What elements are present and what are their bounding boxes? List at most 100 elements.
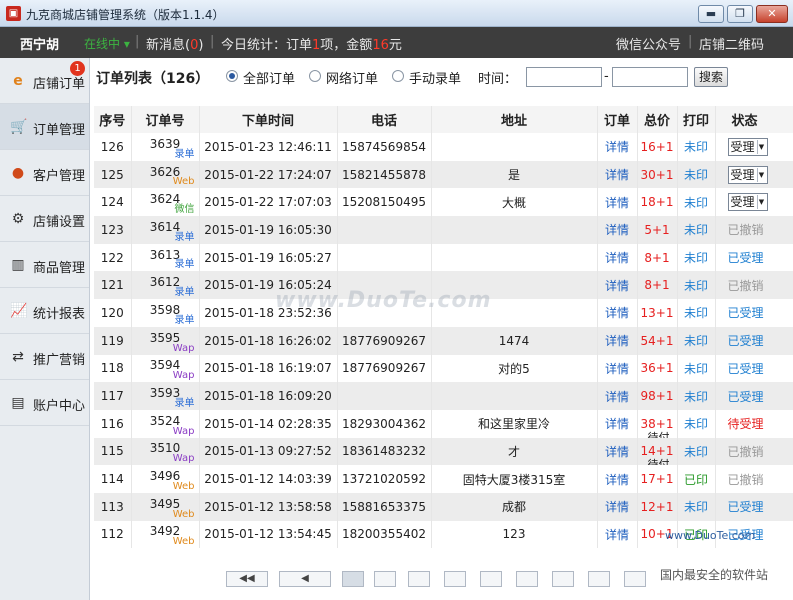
page-number-button[interactable] bbox=[374, 571, 396, 587]
maximize-button[interactable]: ❐ bbox=[727, 5, 753, 23]
print-status[interactable]: 未印 bbox=[684, 279, 708, 293]
cell-order-no: 3594 Wap bbox=[131, 354, 200, 383]
cell-total: 13+1 bbox=[637, 299, 678, 327]
page-number-button[interactable] bbox=[408, 571, 430, 587]
cell-phone: 15874569854 bbox=[337, 133, 432, 161]
cell-status: 受理 ▼ bbox=[715, 160, 793, 189]
print-status[interactable]: 未印 bbox=[684, 306, 708, 320]
sidebar-item-order-management[interactable]: 🛒 订单管理 bbox=[0, 104, 89, 150]
detail-link[interactable]: 详情 bbox=[605, 390, 629, 404]
sidebar-item-label: 订单管理 bbox=[33, 123, 86, 138]
filter-manual-label[interactable]: 手动录单 bbox=[409, 68, 461, 87]
cart-icon: 🛒 bbox=[10, 119, 28, 135]
print-status[interactable]: 未印 bbox=[684, 334, 708, 348]
print-status[interactable]: 未印 bbox=[684, 445, 708, 459]
detail-link[interactable]: 详情 bbox=[605, 334, 629, 348]
page-number-button[interactable] bbox=[444, 571, 466, 587]
cell-total: 8+1 bbox=[637, 243, 678, 272]
table-row: 116 3524 Wap 2015-01-14 02:28:35 18293004362… bbox=[94, 409, 793, 438]
filter-all-radio[interactable] bbox=[226, 70, 238, 82]
cell-address bbox=[431, 243, 598, 272]
detail-link[interactable]: 详情 bbox=[605, 223, 629, 237]
print-status[interactable]: 未印 bbox=[684, 168, 708, 182]
detail-link[interactable]: 详情 bbox=[605, 362, 629, 376]
news-link[interactable]: 新消息(0) bbox=[146, 34, 203, 53]
detail-link[interactable]: 详情 bbox=[605, 306, 629, 320]
sidebar-item-customers[interactable]: ● 客户管理 bbox=[0, 150, 89, 196]
pending-payment-note: 待付 bbox=[647, 430, 670, 438]
sidebar-item-marketing[interactable]: ⇄ 推广营销 bbox=[0, 334, 89, 380]
detail-link[interactable]: 详情 bbox=[605, 168, 629, 182]
print-status[interactable]: 未印 bbox=[684, 362, 708, 376]
search-button[interactable]: 搜索 bbox=[694, 67, 728, 87]
news-label: 新消息 bbox=[146, 38, 186, 53]
filter-all-label[interactable]: 全部订单 bbox=[243, 68, 295, 87]
detail-link[interactable]: 详情 bbox=[605, 251, 629, 265]
print-status[interactable]: 未印 bbox=[684, 196, 708, 210]
close-button[interactable]: ✕ bbox=[756, 5, 788, 23]
cell-seq: 114 bbox=[94, 465, 132, 493]
cell-phone: 15881653375 bbox=[337, 492, 432, 521]
print-status[interactable]: 未印 bbox=[684, 140, 708, 154]
status-dropdown[interactable]: 受理 ▼ bbox=[727, 193, 768, 212]
status-dropdown[interactable]: 受理 ▼ bbox=[727, 165, 768, 184]
minimize-button[interactable]: ▬ bbox=[698, 5, 724, 23]
detail-link[interactable]: 详情 bbox=[605, 473, 629, 487]
cell-order-time: 2015-01-23 12:46:11 bbox=[199, 133, 338, 161]
detail-link[interactable]: 详情 bbox=[605, 445, 629, 459]
table-row: 115 3510 Wap 2015-01-13 09:27:52 18361483232… bbox=[94, 437, 793, 466]
order-source-tag: 录单 bbox=[174, 397, 195, 409]
cell-status: 已撤销 bbox=[715, 216, 793, 244]
wechat-link[interactable]: 微信公众号 bbox=[616, 34, 681, 53]
page-number-button[interactable] bbox=[624, 571, 646, 587]
filter-manual-radio[interactable] bbox=[392, 70, 404, 82]
filter-online-label[interactable]: 网络订单 bbox=[326, 68, 378, 87]
detail-link[interactable]: 详情 bbox=[605, 140, 629, 154]
status-dropdown[interactable]: 受理 ▼ bbox=[727, 137, 768, 156]
detail-link[interactable]: 详情 bbox=[605, 196, 629, 210]
pending-payment-note: 待付 bbox=[647, 458, 670, 466]
sidebar-item-shop-settings[interactable]: ⚙ 店铺设置 bbox=[0, 196, 89, 242]
sidebar-item-shop-orders[interactable]: e 店铺订单 1 bbox=[0, 58, 89, 104]
detail-link[interactable]: 详情 bbox=[605, 279, 629, 293]
print-status[interactable]: 未印 bbox=[684, 417, 708, 431]
ie-icon: e bbox=[13, 73, 23, 89]
detail-link[interactable]: 详情 bbox=[605, 528, 629, 542]
filter-online-radio[interactable] bbox=[309, 70, 321, 82]
sidebar-item-account[interactable]: ▤ 账户中心 bbox=[0, 380, 89, 426]
cell-address: 大概 bbox=[431, 188, 598, 217]
qrcode-link[interactable]: 店铺二维码 bbox=[699, 34, 764, 53]
page-number-button[interactable] bbox=[342, 571, 364, 587]
notification-badge: 1 bbox=[70, 61, 85, 76]
shop-name: 西宁胡 bbox=[20, 38, 60, 53]
print-status[interactable]: 未印 bbox=[684, 223, 708, 237]
table-row: 118 3594 Wap 2015-01-18 16:19:07 18776909267… bbox=[94, 354, 793, 383]
status-text: 已受理 bbox=[727, 500, 764, 515]
print-status[interactable]: 未印 bbox=[684, 500, 708, 514]
page-number-button[interactable] bbox=[552, 571, 574, 587]
cell-seq: 124 bbox=[94, 188, 132, 217]
page-number-button[interactable] bbox=[516, 571, 538, 587]
sidebar-item-products[interactable]: ▥ 商品管理 bbox=[0, 242, 89, 288]
print-status[interactable]: 未印 bbox=[684, 251, 708, 265]
page-number-button[interactable] bbox=[588, 571, 610, 587]
total-price: 98+1 bbox=[640, 389, 674, 404]
detail-link[interactable]: 详情 bbox=[605, 500, 629, 514]
cell-order-no: 3612 录单 bbox=[131, 271, 200, 300]
start-date-input[interactable] bbox=[526, 67, 602, 87]
cell-address: 成都 bbox=[431, 492, 598, 521]
sidebar-item-reports[interactable]: 📈 统计报表 bbox=[0, 288, 89, 334]
print-status[interactable]: 已印 bbox=[684, 473, 708, 487]
end-date-input[interactable] bbox=[612, 67, 688, 87]
print-status[interactable]: 未印 bbox=[684, 390, 708, 404]
cell-total: 98+1 bbox=[637, 382, 678, 410]
first-page-button[interactable]: ◀◀ bbox=[226, 571, 268, 587]
page-number-button[interactable] bbox=[480, 571, 502, 587]
order-source-tag: Wap bbox=[172, 425, 195, 437]
detail-link[interactable]: 详情 bbox=[605, 417, 629, 431]
online-status[interactable]: 在线中 ▾ bbox=[84, 35, 130, 52]
cell-status: 已受理 bbox=[715, 299, 793, 327]
prev-page-button[interactable]: ◀ bbox=[279, 571, 331, 587]
cell-status: 已受理 bbox=[715, 492, 793, 521]
status-text: 已受理 bbox=[727, 334, 764, 349]
